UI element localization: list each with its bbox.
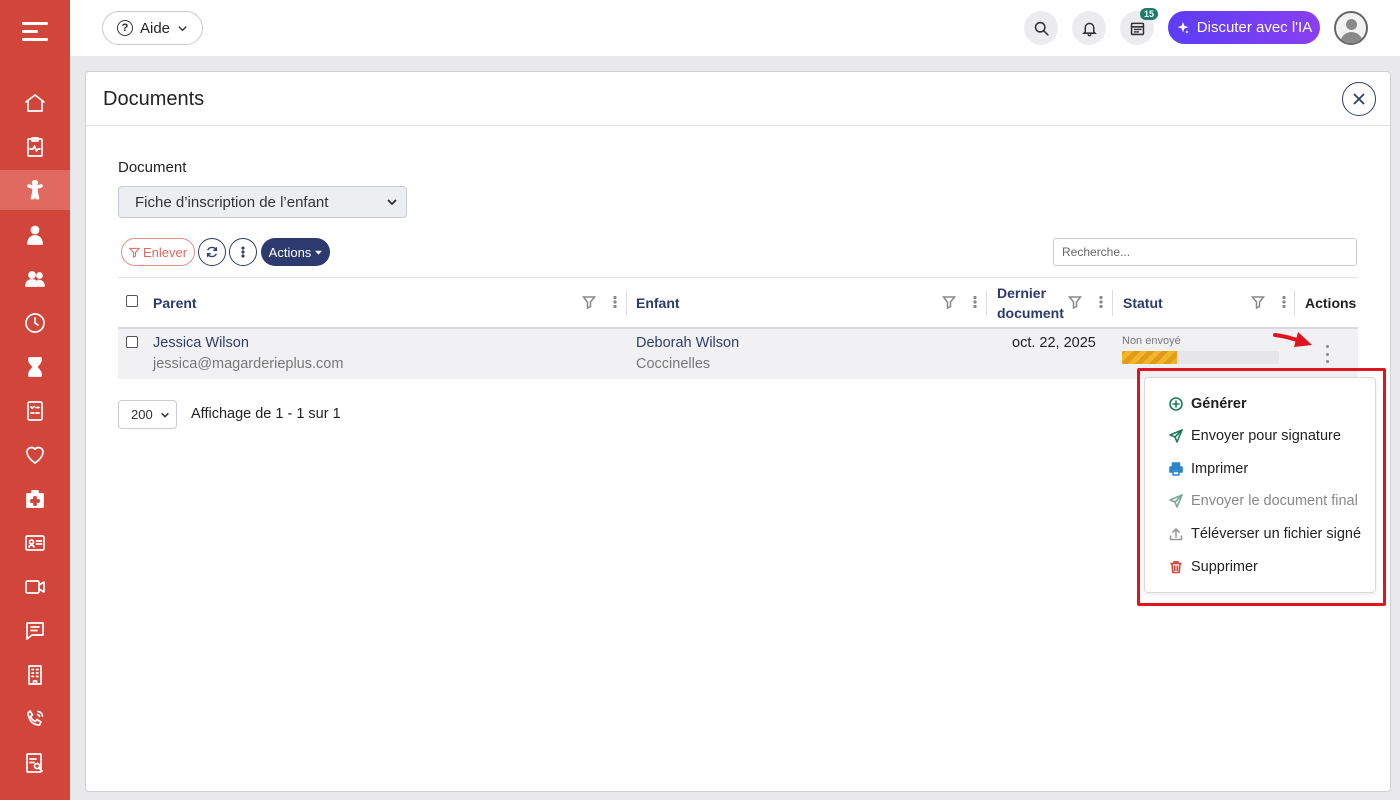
kebab-icon[interactable] bbox=[608, 295, 622, 309]
video-icon[interactable] bbox=[0, 567, 70, 607]
pagination-info: Affichage de 1 - 1 sur 1 bbox=[191, 406, 341, 422]
document-select-value: Fiche d’inscription de l’enfant bbox=[135, 193, 329, 211]
column-header-statut[interactable]: Statut bbox=[1123, 278, 1163, 328]
question-icon: ? bbox=[117, 20, 133, 36]
column-header-last-document[interactable]: Dernier document bbox=[997, 278, 1064, 328]
kebab-icon[interactable] bbox=[1094, 295, 1108, 309]
sidebar bbox=[0, 0, 70, 800]
phone-call-icon[interactable] bbox=[0, 699, 70, 739]
actions-dropdown-button[interactable]: Actions bbox=[261, 238, 330, 266]
arrow-annotation-icon bbox=[1273, 332, 1312, 347]
document-label: Document bbox=[118, 159, 187, 176]
status-progress-bar bbox=[1122, 351, 1279, 364]
ai-chat-button[interactable]: Discuter avec l'IA bbox=[1168, 11, 1320, 44]
group-icon[interactable] bbox=[0, 259, 70, 299]
user-avatar[interactable] bbox=[1334, 11, 1368, 45]
child-name-link[interactable]: Deborah Wilson bbox=[636, 335, 739, 351]
report-icon[interactable] bbox=[0, 743, 70, 783]
select-all-checkbox[interactable] bbox=[126, 295, 138, 307]
kebab-icon[interactable] bbox=[968, 295, 982, 309]
search-icon bbox=[1034, 21, 1049, 36]
parent-email: jessica@magarderieplus.com bbox=[153, 356, 344, 372]
refresh-button[interactable] bbox=[198, 238, 226, 266]
filter-icon bbox=[128, 247, 140, 258]
page-size-select[interactable]: 200 bbox=[118, 400, 177, 429]
page-size-value: 200 bbox=[131, 407, 153, 422]
kebab-icon bbox=[241, 246, 245, 258]
message-icon[interactable] bbox=[0, 611, 70, 651]
filter-icon[interactable] bbox=[1068, 295, 1082, 309]
home-icon[interactable] bbox=[0, 83, 70, 123]
search-input[interactable] bbox=[1053, 238, 1357, 266]
chevron-down-icon bbox=[387, 199, 397, 206]
calendar-button[interactable]: 15 bbox=[1120, 8, 1158, 45]
child-group: Coccinelles bbox=[636, 356, 711, 372]
help-button[interactable]: ? Aide bbox=[102, 11, 204, 45]
bell-icon bbox=[1081, 22, 1097, 36]
column-header-enfant[interactable]: Enfant bbox=[636, 278, 680, 328]
menu-toggle-icon[interactable] bbox=[22, 22, 48, 42]
remove-filter-button[interactable]: Enlever bbox=[121, 238, 195, 266]
educator-icon[interactable] bbox=[0, 215, 70, 255]
refresh-icon bbox=[206, 246, 218, 258]
column-header-last-document-line2: document bbox=[997, 305, 1064, 321]
calendar-badge: 15 bbox=[1139, 8, 1158, 20]
clock-icon[interactable] bbox=[0, 303, 70, 343]
document-select[interactable]: Fiche d’inscription de l’enfant bbox=[118, 186, 407, 218]
medical-kit-icon[interactable] bbox=[0, 479, 70, 519]
help-label: Aide bbox=[140, 19, 171, 37]
kebab-icon[interactable] bbox=[1277, 295, 1291, 309]
filter-icon[interactable] bbox=[582, 295, 596, 309]
chevron-down-icon bbox=[178, 25, 187, 31]
building-icon[interactable] bbox=[0, 655, 70, 695]
column-header-actions: Actions bbox=[1305, 295, 1357, 311]
filter-icon[interactable] bbox=[1251, 295, 1265, 309]
clipboard-health-icon[interactable] bbox=[0, 127, 70, 167]
hourglass-icon[interactable] bbox=[0, 347, 70, 387]
search-button[interactable] bbox=[1024, 11, 1058, 45]
heart-icon[interactable] bbox=[0, 435, 70, 475]
child-icon[interactable] bbox=[0, 170, 70, 210]
modal-header: Documents bbox=[86, 72, 1390, 126]
modal-title: Documents bbox=[103, 88, 205, 110]
last-document-date: oct. 22, 2025 bbox=[1012, 335, 1096, 351]
row-actions-button[interactable] bbox=[1324, 345, 1330, 363]
remove-filter-label: Enlever bbox=[142, 244, 188, 260]
filter-icon[interactable] bbox=[942, 295, 956, 309]
parent-name-link[interactable]: Jessica Wilson bbox=[153, 335, 249, 351]
chevron-down-icon bbox=[161, 412, 169, 418]
column-header-last-document-line1: Dernier bbox=[997, 285, 1047, 301]
sparkle-icon bbox=[1177, 21, 1189, 34]
close-button[interactable] bbox=[1342, 82, 1376, 116]
more-options-button[interactable] bbox=[229, 238, 257, 266]
row-checkbox[interactable] bbox=[126, 336, 138, 348]
checklist-icon[interactable] bbox=[0, 391, 70, 431]
highlight-annotation-box bbox=[1137, 368, 1386, 606]
calendar-icon bbox=[1130, 22, 1144, 35]
caret-down-icon bbox=[315, 250, 323, 255]
close-icon bbox=[1353, 93, 1365, 105]
status-text: Non envoyé bbox=[1122, 335, 1181, 347]
actions-dropdown-label: Actions bbox=[268, 244, 312, 260]
ai-chat-label: Discuter avec l'IA bbox=[1196, 19, 1313, 36]
id-card-icon[interactable] bbox=[0, 523, 70, 563]
top-bar: ? Aide 15 Discuter avec l'IA bbox=[70, 0, 1400, 56]
column-header-parent[interactable]: Parent bbox=[153, 278, 197, 328]
table-header: Parent Enfant Dernier document Statut Ac… bbox=[118, 277, 1358, 329]
notifications-button[interactable] bbox=[1072, 11, 1106, 45]
